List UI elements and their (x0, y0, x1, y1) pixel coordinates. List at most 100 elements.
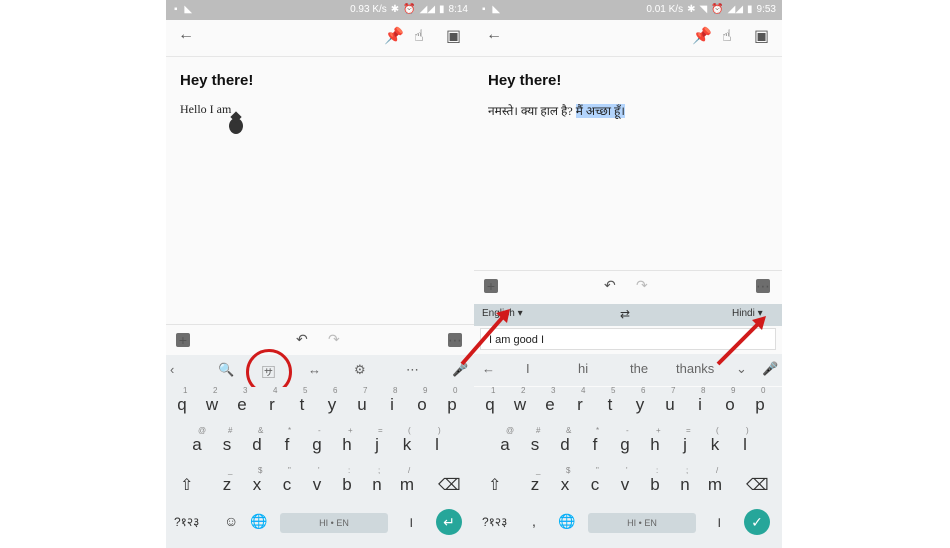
key-r[interactable]: 4r (261, 386, 283, 415)
key-n[interactable]: ; n (674, 466, 696, 495)
key-w[interactable]: 2w (201, 386, 223, 415)
key-k[interactable]: (k (396, 426, 418, 455)
mic-icon[interactable]: 🎤 (762, 361, 778, 377)
key-b[interactable]: :b (644, 466, 666, 495)
key-q[interactable]: 1q (479, 386, 501, 415)
more-options-icon[interactable]: ⋯ (756, 279, 770, 293)
note-body[interactable]: नमस्ते। क्या हाल है? मैं अच्छा हूँ। (488, 102, 625, 119)
backspace-icon[interactable]: ⌫ (438, 475, 461, 495)
chevron-down-icon[interactable]: ⌄ (736, 361, 747, 377)
key-h[interactable]: + h (336, 426, 358, 455)
symbols-key[interactable]: ?१२३ (174, 513, 199, 530)
key-v[interactable]: ' v (306, 466, 328, 495)
key-x[interactable]: $ x (554, 466, 576, 495)
key-m[interactable]: / m (396, 466, 418, 495)
search-icon[interactable]: 🔍 (218, 362, 234, 378)
pin-icon[interactable]: 📌 (384, 26, 404, 46)
globe-icon[interactable]: 🌐 (558, 513, 575, 530)
more-icon[interactable]: ⋯ (406, 362, 419, 378)
key-c[interactable]: " c (276, 466, 298, 495)
key-i[interactable]: 8i (689, 386, 711, 415)
key-t[interactable]: 5t (291, 386, 313, 415)
source-language-dropdown[interactable]: English ▾ (482, 308, 523, 319)
key-o[interactable]: 9o (411, 386, 433, 415)
key-y[interactable]: 6y (321, 386, 343, 415)
key-d[interactable]: & d (554, 426, 576, 455)
key-w[interactable]: 2w (509, 386, 531, 415)
comma-key[interactable]: , (532, 513, 536, 529)
swap-languages-icon[interactable]: ⇄ (620, 307, 630, 321)
key-j[interactable]: = j (366, 426, 388, 455)
redo-icon[interactable]: ↷ (328, 331, 340, 348)
key-a[interactable]: @ a (186, 426, 208, 455)
shift-icon[interactable]: ⇧ (488, 475, 501, 495)
key-e[interactable]: 3e (231, 386, 253, 415)
key-k[interactable]: (k (704, 426, 726, 455)
redo-icon[interactable]: ↷ (636, 277, 648, 294)
reminder-icon[interactable]: ☝ (722, 26, 732, 46)
key-y[interactable]: 6y (629, 386, 651, 415)
space-bar[interactable]: HI • EN (280, 513, 388, 533)
key-e[interactable]: 3e (539, 386, 561, 415)
backspace-icon[interactable]: ⌫ (746, 475, 769, 495)
add-box-icon[interactable]: + (176, 333, 190, 347)
pin-icon[interactable]: 📌 (692, 26, 712, 46)
undo-icon[interactable]: ↶ (604, 277, 616, 294)
key-l[interactable]: ) l (426, 426, 448, 455)
more-options-icon[interactable]: ⋯ (448, 333, 462, 347)
chevron-left-icon[interactable]: ‹ (170, 362, 174, 377)
globe-icon[interactable]: 🌐 (250, 513, 267, 530)
archive-icon[interactable]: ▣ (446, 26, 461, 46)
checkmark-icon[interactable]: ✓ (744, 509, 770, 535)
cursor-handle[interactable] (229, 118, 243, 134)
undo-icon[interactable]: ↶ (296, 331, 308, 348)
key-s[interactable]: # s (524, 426, 546, 455)
key-i[interactable]: 8i (381, 386, 403, 415)
key-c[interactable]: " c (584, 466, 606, 495)
key-m[interactable]: / m (704, 466, 726, 495)
key-f[interactable]: * f (276, 426, 298, 455)
key-a[interactable]: @ a (494, 426, 516, 455)
key-z[interactable]: _ z (216, 466, 238, 495)
suggestion-3[interactable]: the (630, 361, 648, 376)
key-v[interactable]: ' v (614, 466, 636, 495)
key-u[interactable]: 7u (351, 386, 373, 415)
symbols-key[interactable]: ?१२३ (482, 513, 507, 530)
archive-icon[interactable]: ▣ (754, 26, 769, 46)
key-f[interactable]: * f (584, 426, 606, 455)
note-title[interactable]: Hey there! (488, 72, 561, 89)
key-t[interactable]: 5t (599, 386, 621, 415)
key-g[interactable]: -g (614, 426, 636, 455)
key-g[interactable]: -g (306, 426, 328, 455)
enter-icon[interactable]: ↵ (436, 509, 462, 535)
key-p[interactable]: 0p (749, 386, 771, 415)
key-p[interactable]: 0p (441, 386, 463, 415)
key-u[interactable]: 7u (659, 386, 681, 415)
key-z[interactable]: _ z (524, 466, 546, 495)
back-arrow-icon[interactable]: ← (178, 26, 194, 44)
key-d[interactable]: & d (246, 426, 268, 455)
reminder-icon[interactable]: ☝ (414, 26, 424, 46)
period-key[interactable]: । (408, 513, 413, 532)
key-b[interactable]: :b (336, 466, 358, 495)
suggestion-1[interactable]: I (526, 361, 530, 376)
key-j[interactable]: = j (674, 426, 696, 455)
key-s[interactable]: # s (216, 426, 238, 455)
note-title[interactable]: Hey there! (180, 72, 253, 89)
key-r[interactable]: 4r (569, 386, 591, 415)
shift-icon[interactable]: ⇧ (180, 475, 193, 495)
key-q[interactable]: 1q (171, 386, 193, 415)
emoji-icon[interactable]: ☺ (224, 513, 238, 529)
key-x[interactable]: $ x (246, 466, 268, 495)
back-arrow-icon[interactable]: ← (482, 361, 495, 376)
note-body[interactable]: Hello I am (180, 102, 231, 117)
key-n[interactable]: ; n (366, 466, 388, 495)
settings-icon[interactable]: ⚙ (354, 362, 366, 378)
translate-input[interactable]: I am good I (480, 328, 776, 350)
target-language-dropdown[interactable]: Hindi ▾ (732, 308, 763, 319)
suggestion-2[interactable]: hi (578, 361, 588, 376)
add-box-icon[interactable]: + (484, 279, 498, 293)
suggestion-4[interactable]: thanks (676, 361, 714, 376)
space-bar[interactable]: HI • EN (588, 513, 696, 533)
key-h[interactable]: + h (644, 426, 666, 455)
